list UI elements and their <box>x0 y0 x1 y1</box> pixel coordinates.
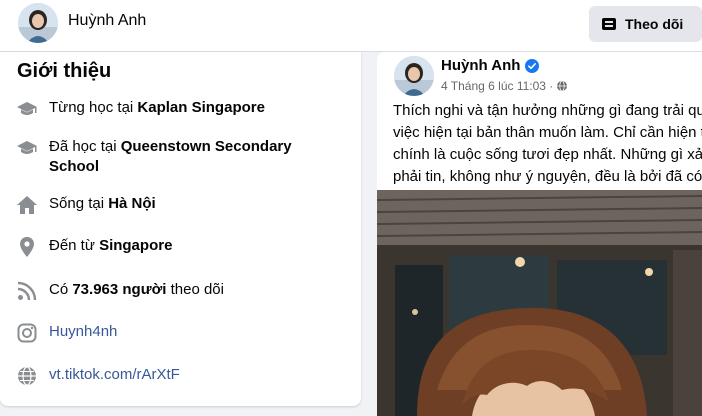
website-link[interactable]: vt.tiktok.com/rArXtF <box>49 365 349 385</box>
post-text-line: phải tin, không như ý nguyện, đều là bởi… <box>393 168 702 185</box>
post-timestamp[interactable]: 4 Tháng 6 lúc 11:03 · <box>441 79 553 93</box>
globe-icon <box>557 80 568 92</box>
rss-icon <box>17 281 37 301</box>
instagram-icon <box>17 323 37 343</box>
post-text-line: Thích nghi và tận hưởng những gì đang tr… <box>393 102 702 119</box>
city-link[interactable]: Hà Nội <box>108 195 156 212</box>
graduation-cap-icon <box>17 141 37 154</box>
follow-icon <box>602 18 616 30</box>
post-text: Thích nghi và tận hưởng những gì đang tr… <box>393 100 702 188</box>
profile-name[interactable]: Huỳnh Anh <box>68 12 146 30</box>
profile-header-bar: Huỳnh Anh Theo dõi <box>0 0 702 52</box>
post-author-name[interactable]: Huỳnh Anh <box>441 57 520 74</box>
post-card: Huỳnh Anh 4 Tháng 6 lúc 11:03 · Thích ng… <box>377 52 702 416</box>
intro-card: Giới thiệu Từng học tại Kaplan Singapore… <box>0 52 361 406</box>
follow-button[interactable]: Theo dõi <box>589 6 702 42</box>
location-pin-icon <box>20 237 34 257</box>
graduation-cap-icon <box>17 102 37 115</box>
intro-item-followers: Có 73.963 người theo dõi <box>16 280 349 302</box>
post-author-avatar[interactable] <box>394 56 434 96</box>
instagram-link[interactable]: Huynh4nh <box>49 322 349 342</box>
post-photo[interactable] <box>377 190 702 416</box>
post-text-line: chính là cuộc sống tươi đẹp nhất. Những … <box>393 146 702 163</box>
avatar[interactable] <box>18 3 58 43</box>
school-link[interactable]: Kaplan Singapore <box>137 99 265 116</box>
follow-button-label: Theo dõi <box>625 16 684 32</box>
intro-item-education-1: Từng học tại Kaplan Singapore <box>16 98 349 120</box>
hometown-link[interactable]: Singapore <box>99 237 172 254</box>
verified-badge-icon <box>525 58 540 73</box>
intro-item-website: vt.tiktok.com/rArXtF <box>16 365 349 387</box>
post-text-line: việc hiện tại bản thân muốn làm. Chỉ cần… <box>393 124 702 141</box>
intro-item-education-2: Đã học tại Queenstown Secondary School <box>16 137 309 177</box>
followers-count[interactable]: 73.963 người <box>72 281 166 298</box>
globe-icon <box>18 366 36 386</box>
intro-title: Giới thiệu <box>17 60 112 82</box>
intro-item-instagram: Huynh4nh <box>16 322 349 344</box>
home-icon <box>17 196 37 214</box>
intro-item-from: Đến từ Singapore <box>16 236 349 258</box>
intro-item-lives-in: Sống tại Hà Nội <box>16 194 349 216</box>
